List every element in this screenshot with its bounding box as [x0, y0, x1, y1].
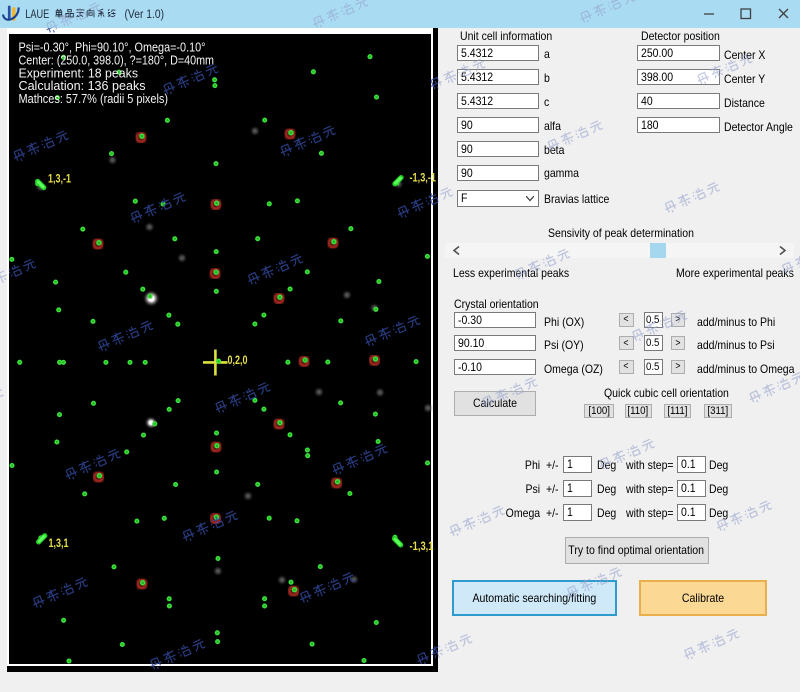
svg-text:0,2,0: 0,2,0 — [228, 355, 248, 367]
svg-text:Center: (250.0, 398.0), ?=180°: Center: (250.0, 398.0), ?=180°, D=40mm — [19, 53, 215, 67]
svg-text:Experiment: 18 peaks: Experiment: 18 peaks — [19, 66, 139, 80]
svg-text:1,3,1: 1,3,1 — [49, 538, 69, 550]
svg-text:1,3,-1: 1,3,-1 — [48, 174, 71, 186]
svg-text:-1,3,-1: -1,3,-1 — [410, 173, 437, 185]
svg-text:Calculation: 136 peaks: Calculation: 136 peaks — [19, 79, 146, 93]
svg-text:-1,3,1: -1,3,1 — [410, 541, 434, 553]
svg-text:Psi=-0.30°, Phi=90.10°, Omega=: Psi=-0.30°, Phi=90.10°, Omega=-0.10° — [19, 41, 206, 55]
svg-text:Mathces: 57.7% (radii 5 pixels: Mathces: 57.7% (radii 5 pixels) — [19, 92, 169, 106]
